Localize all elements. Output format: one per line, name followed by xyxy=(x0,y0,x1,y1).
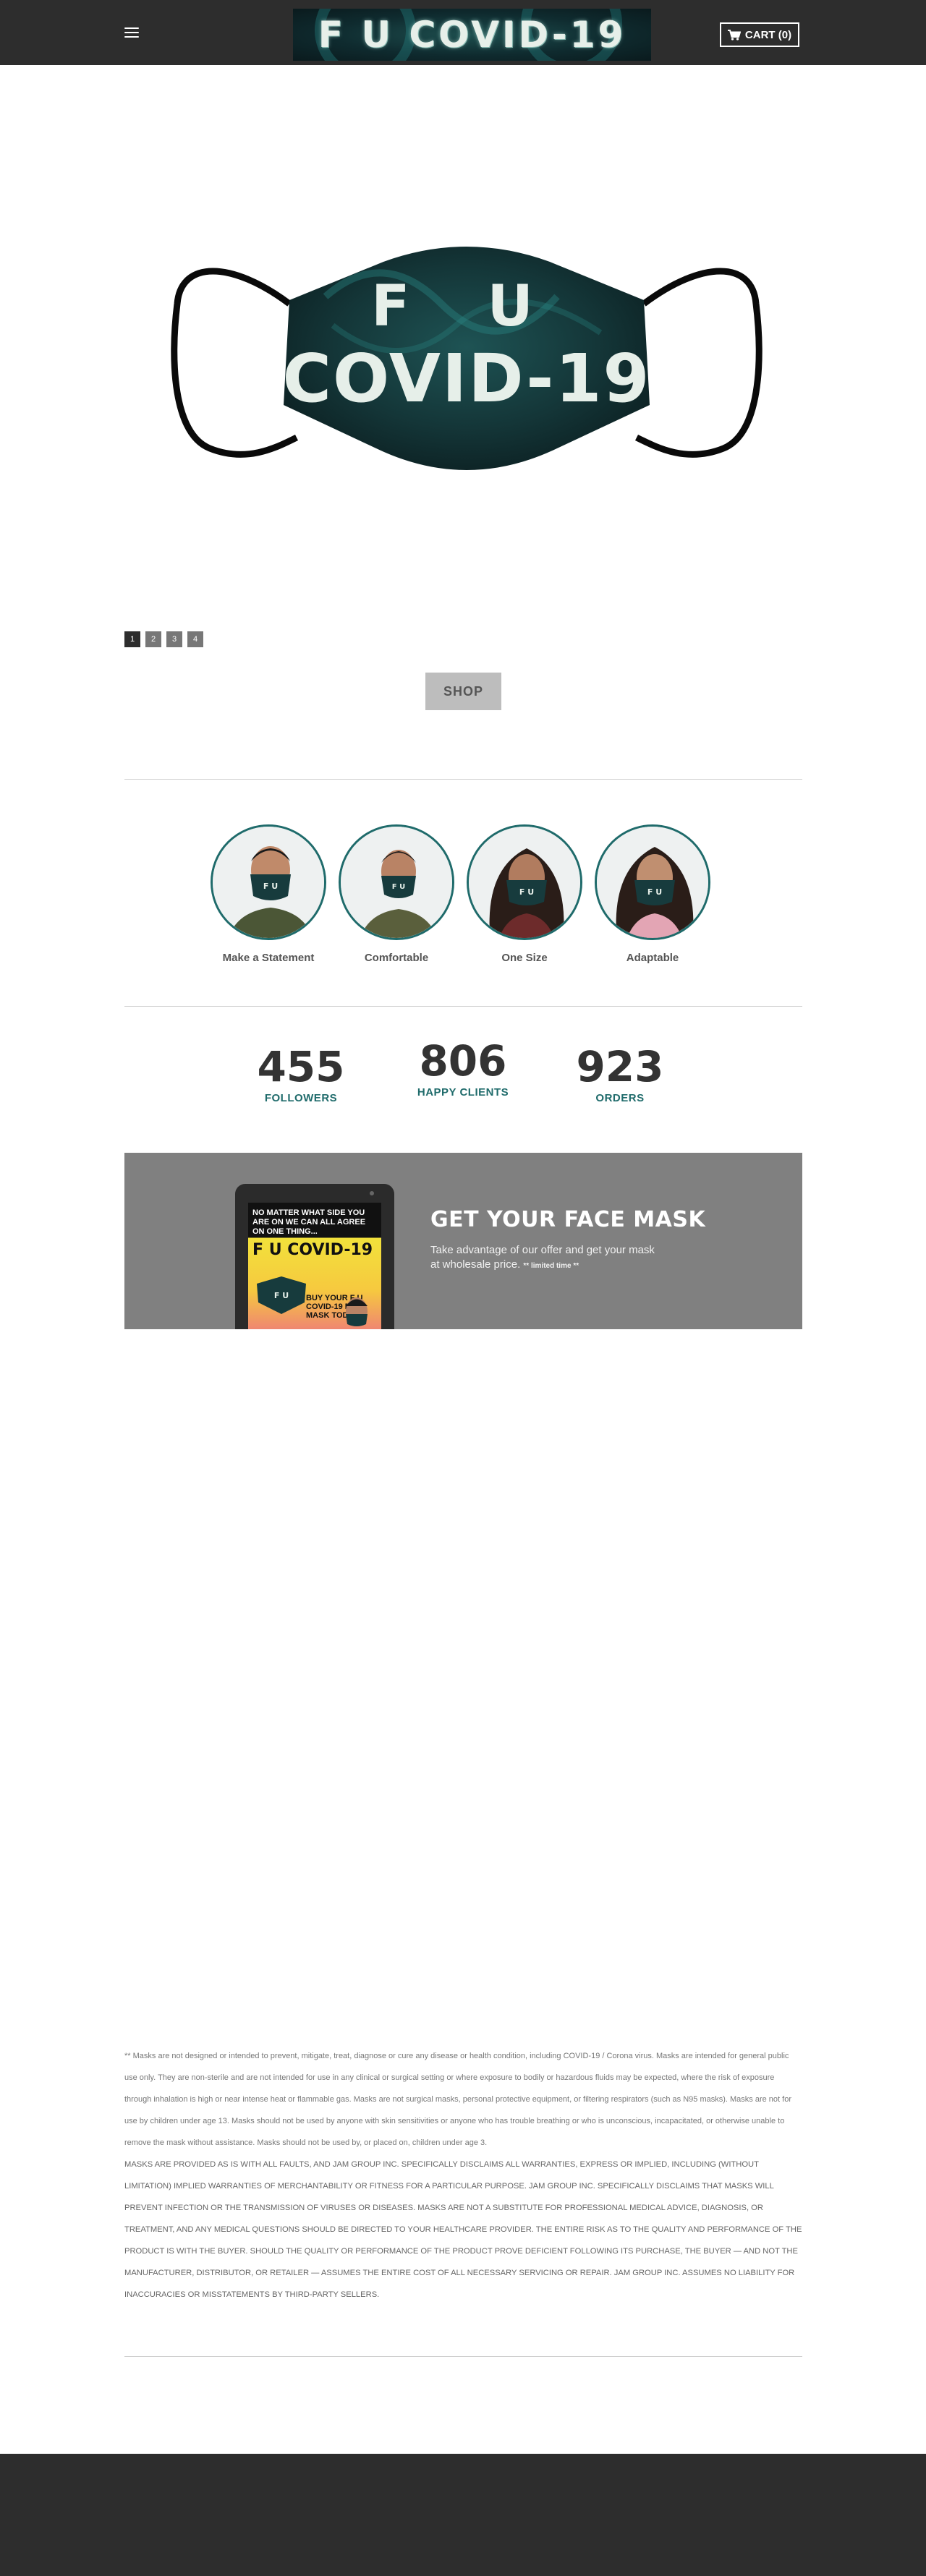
slider-pagination: 1 2 3 4 xyxy=(124,631,203,647)
feature-label: Comfortable xyxy=(364,952,429,964)
mask-text-line2: COVID-19 xyxy=(283,340,651,417)
tablet-title: F U COVID-19 xyxy=(252,1241,373,1259)
stat-label: FOLLOWERS xyxy=(264,1092,338,1104)
stat-value: 455 xyxy=(257,1042,345,1091)
tablet-screen: NO MATTER WHAT SIDE YOU ARE ON WE CAN AL… xyxy=(248,1203,381,1329)
cart-label: CART (0) xyxy=(744,28,792,41)
slide-button-3[interactable]: 3 xyxy=(166,631,182,647)
slide-button-2[interactable]: 2 xyxy=(145,631,161,647)
legal-disclaimer: ** Masks are not designed or intended to… xyxy=(124,2045,802,2306)
shopping-cart-icon xyxy=(727,29,741,40)
site-header: F U COVID-19 CART (0) xyxy=(0,0,926,65)
disclaimer-paragraph-1: ** Masks are not designed or intended to… xyxy=(124,2052,791,2147)
tablet-person-photo xyxy=(346,1297,368,1326)
promo-text: Take advantage of our offer and get your… xyxy=(430,1243,662,1274)
slide-button-4[interactable]: 4 xyxy=(187,631,203,647)
disclaimer-paragraph-2: MASKS ARE PROVIDED AS IS WITH ALL FAULTS… xyxy=(124,2160,802,2299)
site-footer xyxy=(0,2454,926,2576)
site-logo[interactable]: F U COVID-19 xyxy=(293,9,651,61)
feature-photo: F U xyxy=(211,824,326,940)
shop-button[interactable]: SHOP xyxy=(425,673,501,710)
feature-make-a-statement[interactable]: F U Make a Statement xyxy=(211,824,326,964)
feature-label: Adaptable xyxy=(626,952,679,964)
stat-label: ORDERS xyxy=(595,1092,645,1104)
stat-followers: 455 FOLLOWERS xyxy=(229,1041,373,1104)
tablet-mask-graphic: F U xyxy=(257,1276,306,1314)
slide-button-1[interactable]: 1 xyxy=(124,631,140,647)
stat-happy-clients: 806 HAPPY CLIENTS xyxy=(391,1036,535,1099)
svg-text:F U: F U xyxy=(392,883,405,891)
feature-photo: F U xyxy=(467,824,582,940)
svg-text:F U: F U xyxy=(274,1291,289,1300)
stat-label: HAPPY CLIENTS xyxy=(417,1086,509,1099)
promo-banner: NO MATTER WHAT SIDE YOU ARE ON WE CAN AL… xyxy=(124,1153,802,1329)
promo-title: GET YOUR FACE MASK xyxy=(430,1207,706,1232)
hero-slide-image: F U COVID-19 xyxy=(166,217,767,506)
feature-label: One Size xyxy=(501,952,548,964)
svg-text:F U: F U xyxy=(647,887,662,897)
feature-photo: F U xyxy=(595,824,710,940)
feature-adaptable[interactable]: F U Adaptable xyxy=(595,824,710,964)
feature-label: Make a Statement xyxy=(222,952,315,964)
stat-orders: 923 ORDERS xyxy=(548,1041,692,1104)
logo-text: F U COVID-19 xyxy=(318,14,626,56)
feature-photo: F U xyxy=(339,824,454,940)
cart-button[interactable]: CART (0) xyxy=(720,22,799,47)
mask-text-line1: F U xyxy=(371,274,562,339)
feature-comfortable[interactable]: F U Comfortable xyxy=(339,824,454,964)
promo-limited-time: ** limited time ** xyxy=(523,1262,579,1270)
section-divider xyxy=(124,2356,802,2357)
hamburger-menu-icon[interactable] xyxy=(124,27,139,38)
tablet-camera xyxy=(370,1191,374,1195)
face-mask-image: F U COVID-19 xyxy=(171,247,763,470)
stat-value: 806 xyxy=(419,1036,507,1086)
stat-value: 923 xyxy=(576,1042,664,1091)
tablet-headline: NO MATTER WHAT SIDE YOU ARE ON WE CAN AL… xyxy=(252,1208,366,1236)
section-divider xyxy=(124,1006,802,1007)
section-divider xyxy=(124,779,802,780)
svg-text:F U: F U xyxy=(519,887,534,897)
tablet-image: NO MATTER WHAT SIDE YOU ARE ON WE CAN AL… xyxy=(235,1184,394,1329)
svg-text:F U: F U xyxy=(263,882,278,891)
feature-one-size[interactable]: F U One Size xyxy=(467,824,582,964)
